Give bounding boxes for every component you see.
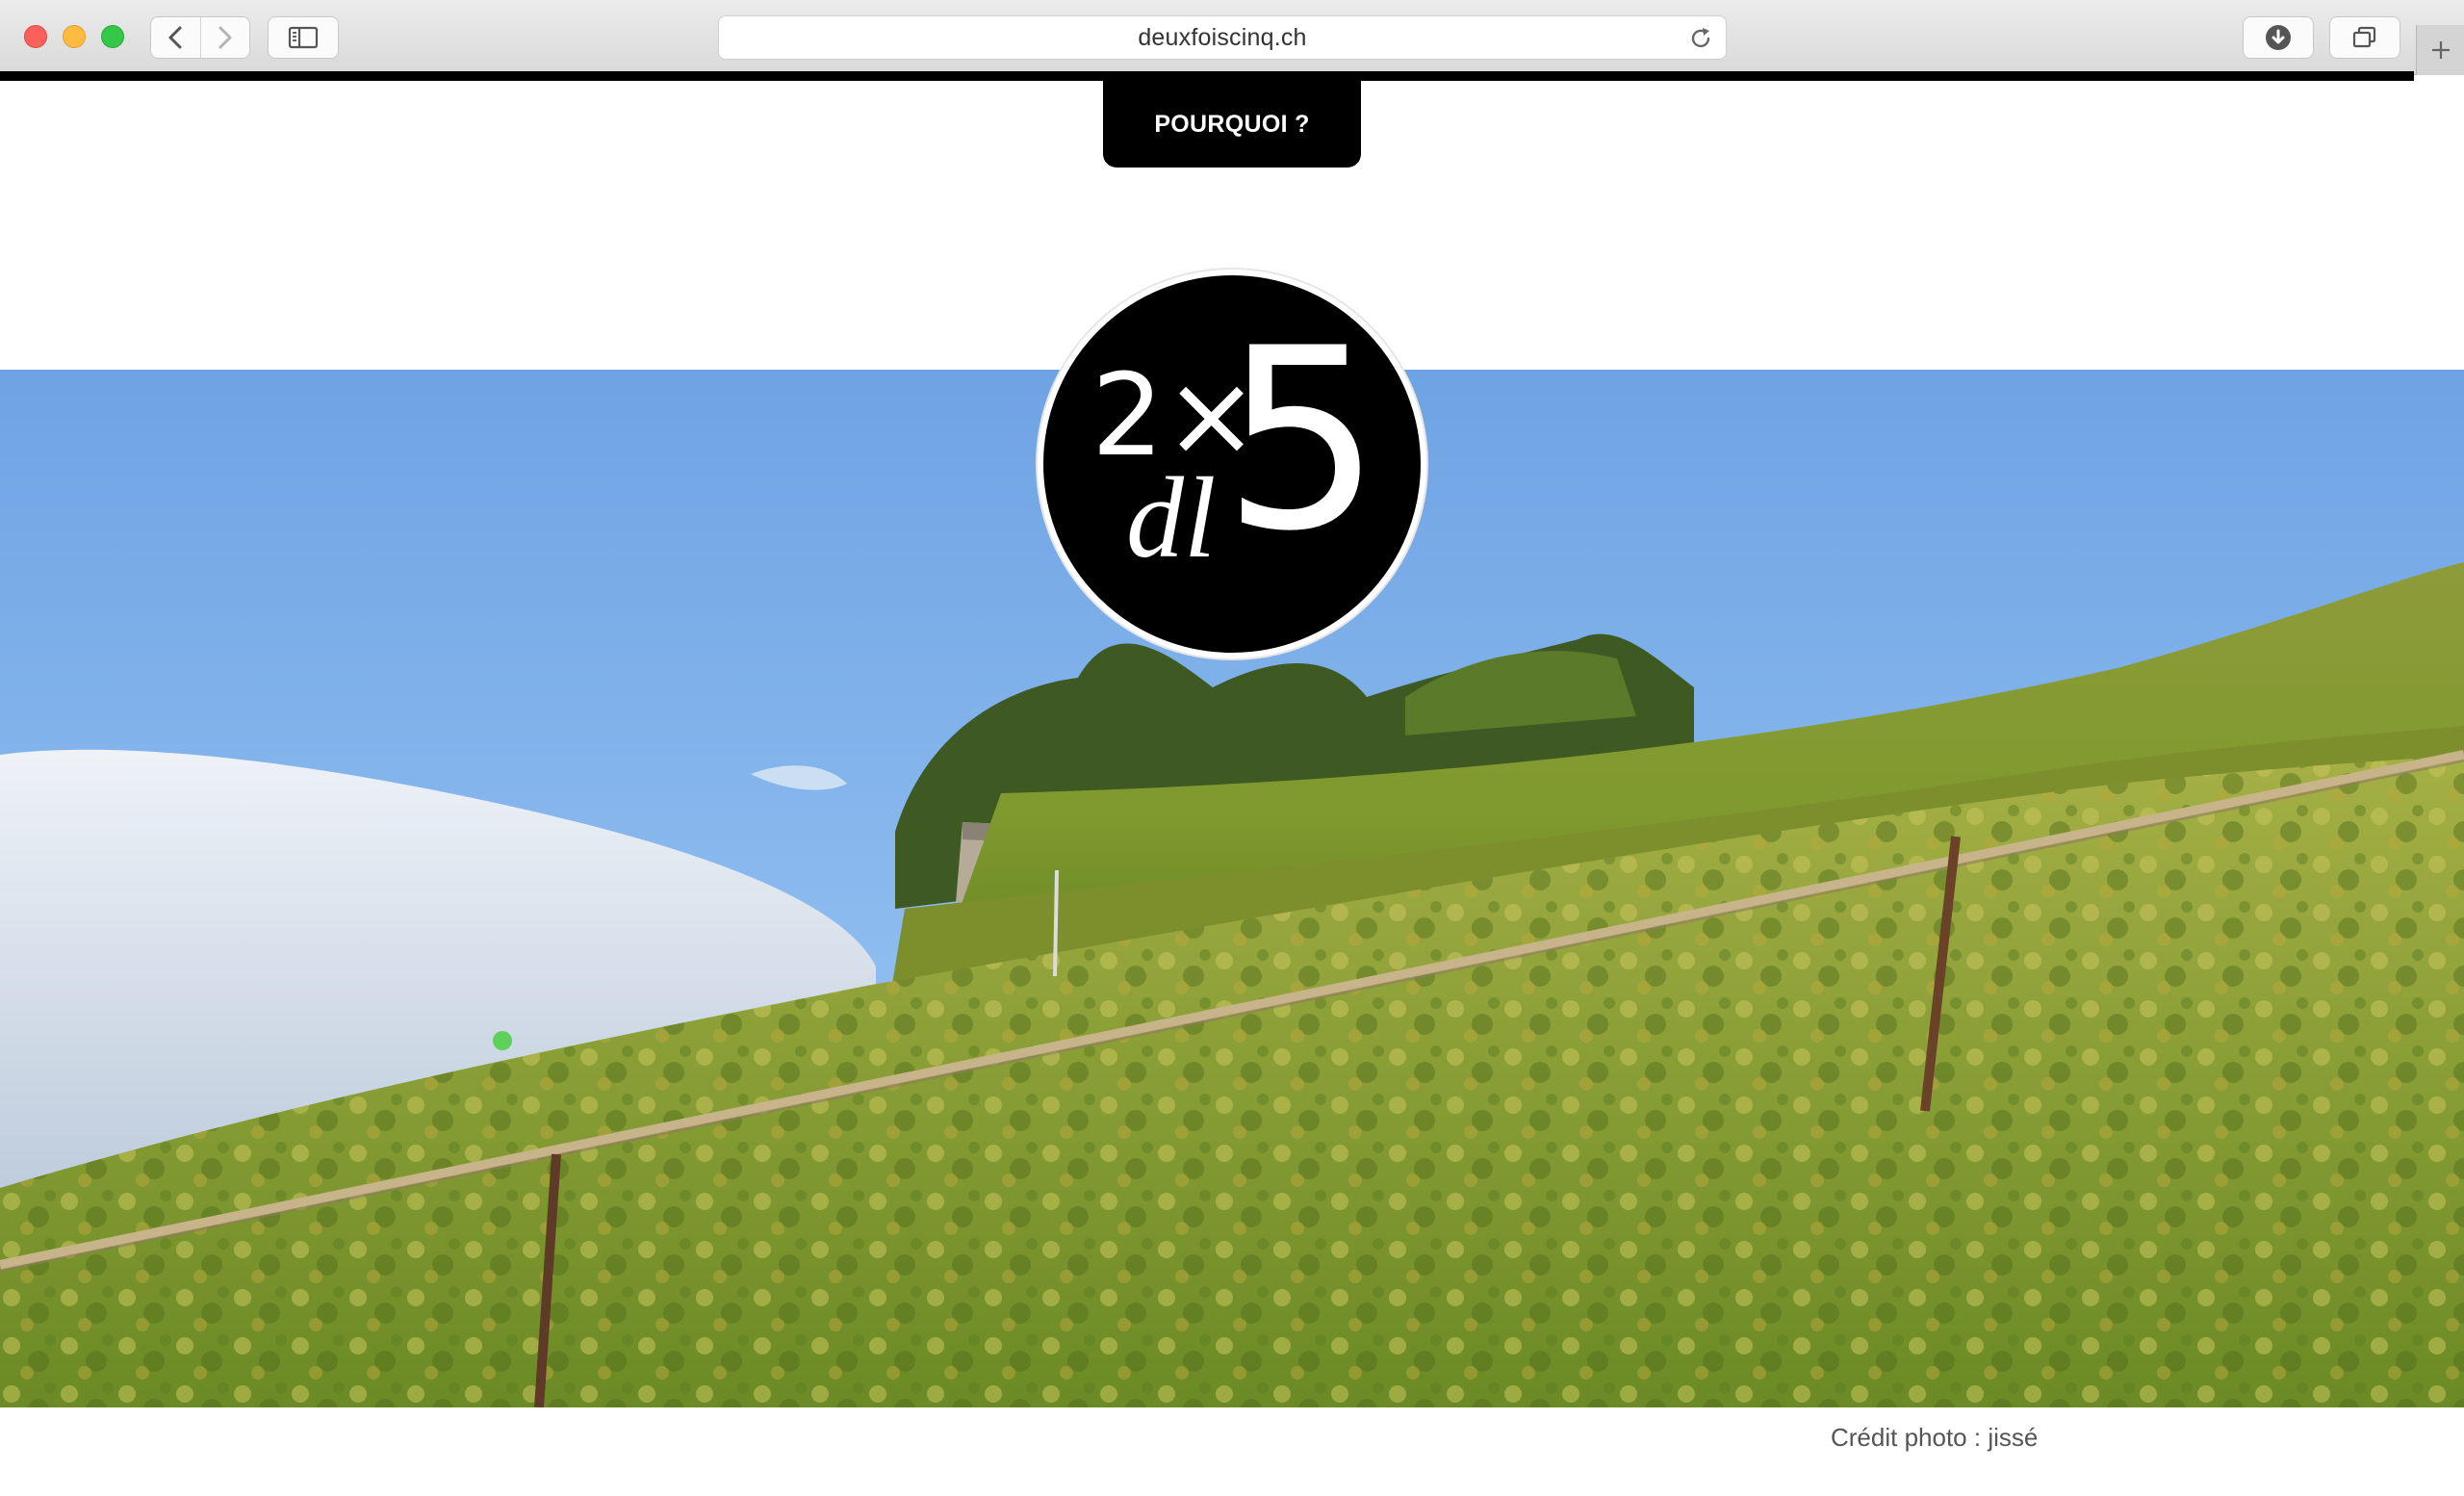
address-bar[interactable]: deuxfoiscinq.ch	[718, 15, 1727, 60]
download-icon	[2266, 25, 2291, 50]
sidebar-toggle-button[interactable]	[268, 16, 339, 59]
tabs-overview-icon	[2352, 26, 2376, 48]
page-top-border	[0, 71, 2414, 81]
plus-icon	[2431, 41, 2450, 59]
back-button[interactable]	[151, 17, 200, 58]
tab-overview-button[interactable]	[2329, 16, 2400, 59]
page-content: POURQUOI ? 2× dl 5 Crédit photo: jissé	[0, 81, 2464, 1496]
pourquoi-menu-button[interactable]: POURQUOI ?	[1103, 81, 1361, 168]
logo-five: 5	[1222, 296, 1382, 586]
site-logo[interactable]: 2× dl 5	[1038, 270, 1426, 658]
zoom-window-button[interactable]	[101, 25, 124, 48]
new-tab-button[interactable]	[2416, 25, 2464, 75]
chevron-right-icon	[218, 26, 232, 49]
logo-dl: dl	[1126, 453, 1217, 581]
history-nav	[150, 16, 250, 59]
chevron-left-icon	[168, 26, 182, 49]
pourquoi-menu-label: POURQUOI ?	[1154, 110, 1310, 138]
browser-toolbar: deuxfoiscinq.ch	[0, 0, 2464, 75]
sidebar-icon	[288, 26, 319, 49]
downloads-button[interactable]	[2243, 16, 2314, 59]
photo-credit: Crédit photo : jissé	[1831, 1423, 2039, 1452]
close-window-button[interactable]	[24, 25, 47, 48]
minimize-window-button[interactable]	[63, 25, 86, 48]
reload-icon[interactable]	[1687, 25, 1714, 52]
forward-button[interactable]	[199, 17, 249, 58]
url-text: deuxfoiscinq.ch	[1138, 23, 1307, 51]
